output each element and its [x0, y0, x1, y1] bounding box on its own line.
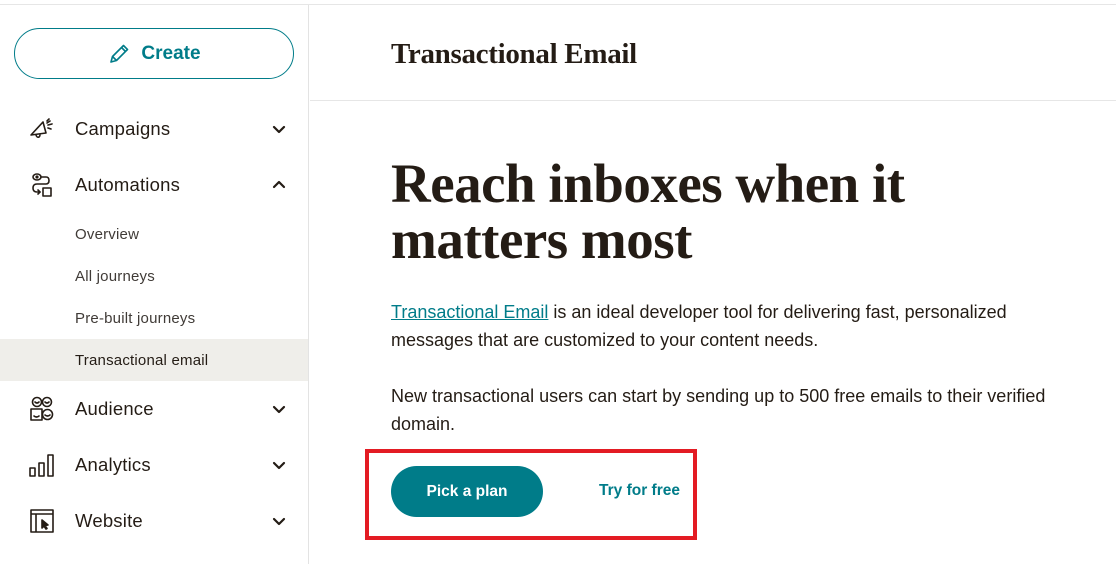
megaphone-icon [28, 115, 56, 143]
try-for-free-link[interactable]: Try for free [599, 482, 680, 500]
pick-a-plan-button[interactable]: Pick a plan [391, 466, 543, 517]
automation-flow-icon [28, 171, 56, 199]
sidebar-subitem-transactional-email[interactable]: Transactional email [0, 339, 308, 381]
pencil-icon [110, 44, 129, 63]
nav-label: Audience [75, 398, 154, 419]
nav-label: Campaigns [75, 118, 171, 139]
sidebar: Create Campaigns Automations Overview Al… [0, 5, 309, 564]
hero-heading: Reach inboxes when it matters most [391, 153, 905, 270]
page-header: Transactional Email [310, 5, 1116, 101]
free-emails-paragraph: New transactional users can start by sen… [391, 386, 1046, 434]
nav-label: Automations [75, 174, 181, 195]
chevron-down-icon[interactable] [270, 512, 288, 530]
create-button[interactable]: Create [14, 28, 294, 79]
nav-item-audience[interactable]: Audience [0, 389, 308, 429]
audience-icon [28, 395, 56, 423]
subitem-label: Transactional email [75, 351, 209, 369]
nav-item-automations[interactable]: Automations [0, 165, 308, 205]
subitem-label: All journeys [75, 267, 155, 285]
bar-chart-icon [28, 451, 56, 479]
website-icon [28, 507, 56, 535]
chevron-down-icon[interactable] [270, 400, 288, 418]
chevron-down-icon[interactable] [270, 120, 288, 138]
chevron-down-icon[interactable] [270, 456, 288, 474]
sidebar-subitem-all-journeys[interactable]: All journeys [0, 255, 308, 297]
sidebar-subitem-pre-built-journeys[interactable]: Pre-built journeys [0, 297, 308, 339]
nav-item-website[interactable]: Website [0, 501, 308, 541]
sidebar-subitem-overview[interactable]: Overview [0, 213, 308, 255]
transactional-email-link[interactable]: Transactional Email [391, 302, 548, 322]
intro-paragraph: Transactional Email is an ideal develope… [391, 298, 1091, 354]
chevron-up-icon[interactable] [270, 176, 288, 194]
nav-item-analytics[interactable]: Analytics [0, 445, 308, 485]
subitem-label: Overview [75, 225, 140, 243]
nav-item-campaigns[interactable]: Campaigns [0, 109, 308, 149]
create-label: Create [141, 42, 201, 64]
nav-label: Website [75, 510, 143, 531]
nav-label: Analytics [75, 454, 151, 475]
subitem-label: Pre-built journeys [75, 309, 196, 327]
page-title: Transactional Email [391, 38, 637, 70]
